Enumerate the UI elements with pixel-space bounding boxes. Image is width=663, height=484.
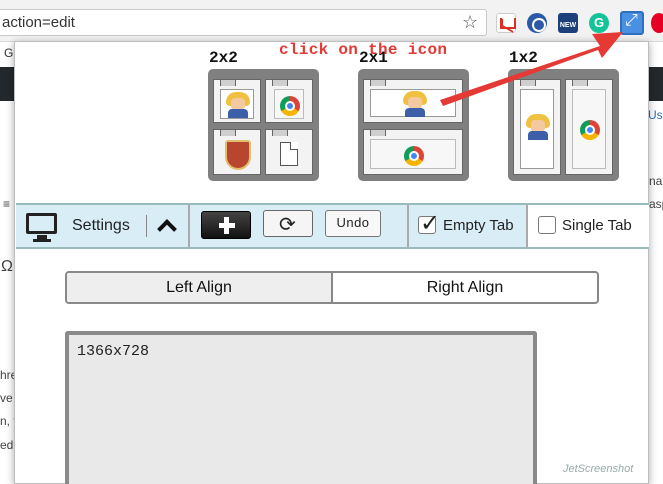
settings-button[interactable]: Settings (72, 217, 130, 235)
chrome-logo-icon (280, 96, 300, 116)
pane-tab (520, 79, 536, 86)
watermark: JetScreenshot (563, 463, 634, 475)
pane-tab (370, 79, 386, 86)
pane (363, 79, 463, 123)
pane-content (520, 89, 554, 169)
pinterest-icon[interactable] (651, 13, 663, 33)
pane (513, 79, 561, 175)
layout-2x1-button[interactable] (358, 69, 469, 181)
empty-tab-checkbox[interactable] (418, 209, 440, 238)
pane (265, 79, 313, 123)
divider (146, 215, 147, 237)
tab-resize-icon[interactable] (620, 11, 644, 35)
pane (363, 129, 463, 175)
bookmark-star-icon[interactable]: ☆ (462, 12, 478, 33)
alignment-toggle: Left Align Right Align (65, 271, 599, 304)
pane-content (220, 89, 254, 119)
address-bar[interactable]: action=edit ☆ (0, 9, 487, 36)
divider (188, 205, 190, 247)
grammarly-icon[interactable]: G (589, 13, 609, 33)
background-text: nar (649, 174, 663, 188)
crest-icon (225, 140, 251, 170)
divider (407, 205, 409, 247)
pane (213, 129, 261, 175)
undo-button[interactable]: Undo (325, 210, 381, 237)
chrome-logo-icon (404, 146, 424, 166)
background-text: asp (649, 197, 663, 211)
pane (565, 79, 613, 175)
chevron-up-icon[interactable] (156, 218, 176, 236)
grammarly-letter: G (593, 15, 605, 30)
layout-1x2-button[interactable] (508, 69, 619, 181)
resolution-value: 1366x728 (77, 343, 150, 360)
background-text: ed (0, 438, 14, 452)
pane (213, 79, 261, 123)
pane-content (274, 89, 304, 119)
gmail-icon[interactable] (496, 13, 516, 33)
popup-toolbar: Settings ⟳ Undo Empty Tab Single Tab (16, 203, 649, 249)
pane-content (370, 139, 456, 169)
layout-label-1x2: 1x2 (509, 49, 538, 67)
empty-tab-label: Empty Tab (443, 217, 514, 234)
address-text: action=edit (2, 14, 75, 31)
left-align-button[interactable]: Left Align (67, 273, 333, 302)
single-tab-label: Single Tab (562, 217, 632, 234)
avatar-thumbnail (526, 114, 550, 140)
pane (265, 129, 313, 175)
pane-tab (572, 79, 588, 86)
pane-content (572, 89, 606, 169)
add-layout-button[interactable] (201, 211, 251, 239)
document-icon (280, 142, 298, 166)
layout-2x2-button[interactable] (208, 69, 319, 181)
chrome-logo-icon (580, 120, 600, 140)
single-tab-option: Single Tab (528, 205, 649, 247)
news-icon[interactable]: NEW (558, 13, 578, 33)
background-text: ≡ (3, 197, 11, 211)
news-label: NEW (559, 22, 577, 29)
background-text: G (4, 46, 14, 60)
pane-tab (272, 79, 288, 86)
annotation-text: click on the icon (279, 41, 448, 59)
pane-content (370, 89, 456, 117)
resolution-panel: 1366x728 (65, 331, 537, 484)
pane-tab (220, 79, 236, 86)
background-text: Ω (1, 258, 13, 275)
pane-tab (370, 129, 386, 136)
avatar-thumbnail (226, 92, 250, 118)
pane-tab (220, 129, 236, 136)
avatar-thumbnail (403, 91, 427, 117)
pane-tab (272, 129, 288, 136)
monitor-icon (26, 213, 57, 242)
browser-toolbar: action=edit ☆ NEW G (0, 0, 663, 42)
refresh-button[interactable]: ⟳ (263, 210, 313, 237)
rss-reader-icon[interactable] (527, 13, 547, 33)
layout-label-2x2: 2x2 (209, 49, 238, 67)
single-tab-checkbox[interactable] (538, 216, 556, 234)
refresh-icon: ⟳ (279, 214, 296, 236)
right-align-button[interactable]: Right Align (333, 273, 597, 302)
background-link: Usec (648, 108, 663, 122)
extension-popup: 2x2 2x1 1x2 Settings ⟳ Undo ✓ Empty Tab … (14, 41, 649, 484)
